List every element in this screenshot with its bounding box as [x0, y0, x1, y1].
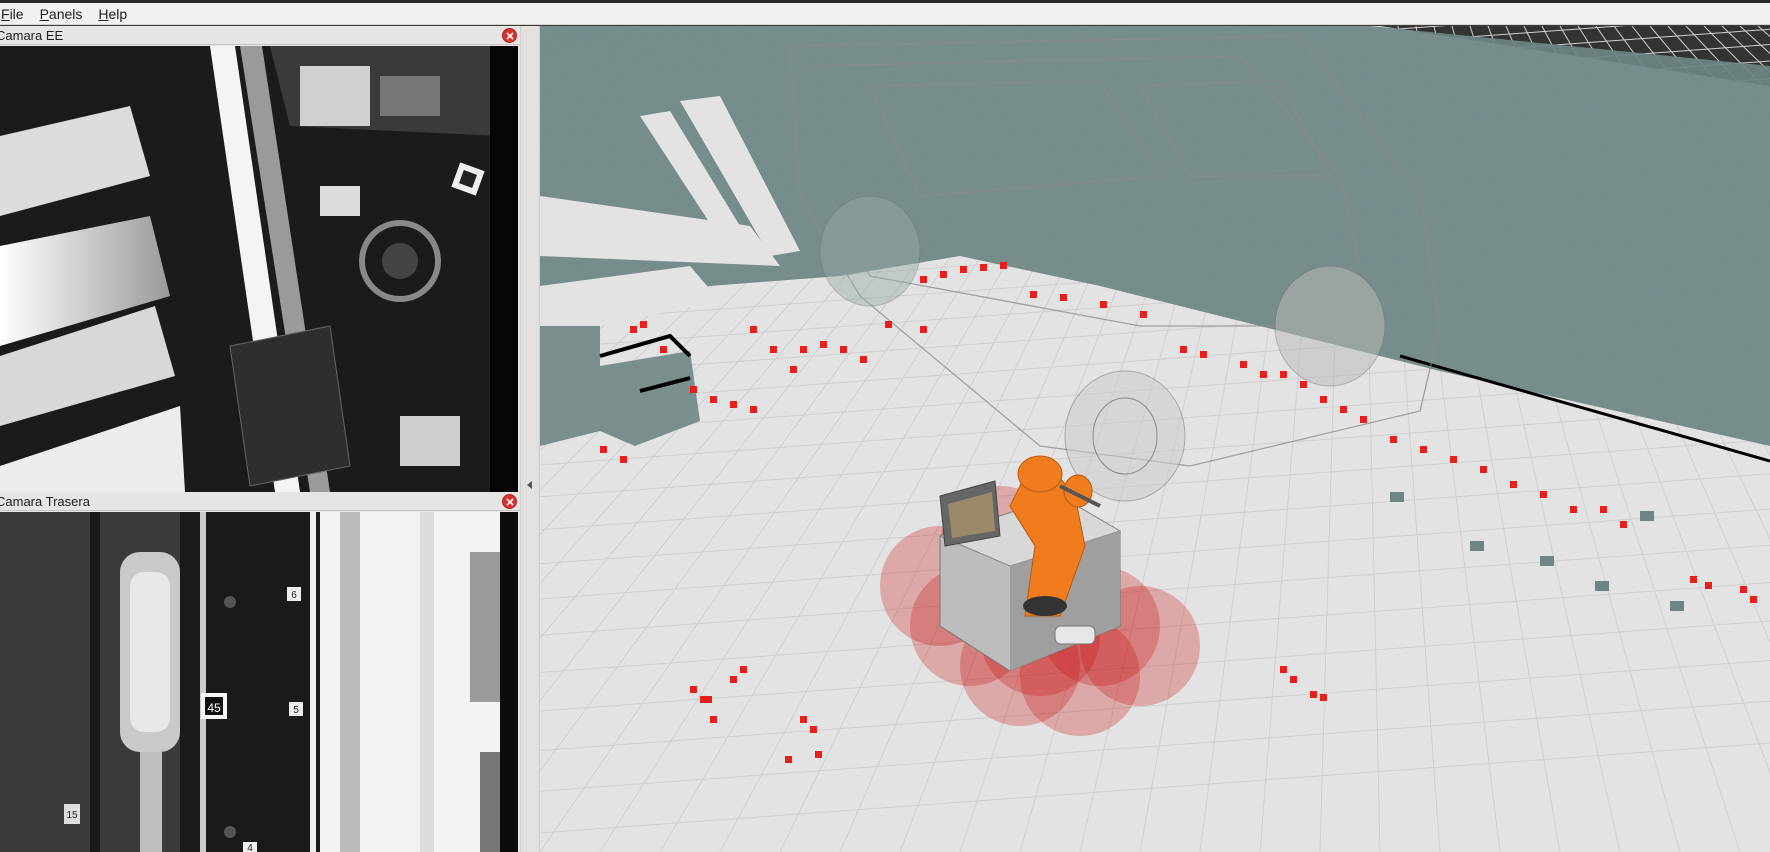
laser-point — [1600, 506, 1607, 513]
laser-point — [700, 696, 707, 703]
panel-title: Camara Trasera — [0, 493, 90, 509]
laser-point — [770, 346, 777, 353]
vehicle-wheel — [819, 195, 921, 307]
laser-point — [1390, 436, 1397, 443]
laser-point — [1310, 691, 1317, 698]
laser-point — [815, 751, 822, 758]
laser-point — [840, 346, 847, 353]
laser-point — [1290, 676, 1297, 683]
laser-point — [730, 401, 737, 408]
laser-point — [960, 266, 967, 273]
laser-point — [690, 386, 697, 393]
robot-arm-joint — [1017, 455, 1063, 493]
laser-point — [710, 396, 717, 403]
laser-point — [940, 271, 947, 278]
aruco-marker-label: 45 — [207, 701, 221, 715]
menu-help[interactable]: Help — [88, 6, 133, 22]
laser-point — [1320, 694, 1327, 701]
tag-label: 15 — [66, 810, 78, 821]
close-icon[interactable] — [502, 494, 517, 509]
map-obstacle-cell — [1670, 601, 1684, 611]
laser-point — [1320, 396, 1327, 403]
laser-point — [820, 341, 827, 348]
laser-point — [800, 346, 807, 353]
laser-point — [1450, 456, 1457, 463]
laser-point — [1690, 576, 1697, 583]
laser-point — [620, 456, 627, 463]
panel-title: Camara EE — [0, 27, 64, 43]
menu-panels[interactable]: Panels — [30, 6, 89, 22]
map-obstacle-cell — [1470, 541, 1484, 551]
panel-header-camera-ee: Camara EE — [0, 26, 520, 45]
laser-point — [790, 366, 797, 373]
laser-point — [1620, 521, 1627, 528]
laser-point — [1480, 466, 1487, 473]
laser-point — [710, 716, 717, 723]
laser-point — [1510, 481, 1517, 488]
laser-point — [1100, 301, 1107, 308]
laser-point — [600, 446, 607, 453]
tag-label: 5 — [293, 705, 299, 716]
laser-point — [660, 346, 667, 353]
map-obstacle-cell — [1640, 511, 1654, 521]
laser-point — [800, 716, 807, 723]
laser-point — [920, 326, 927, 333]
laser-point — [1060, 294, 1067, 301]
map-obstacle-cell — [1390, 492, 1404, 502]
laser-point — [1030, 291, 1037, 298]
collapse-left-icon[interactable] — [527, 481, 532, 489]
laser-point — [920, 276, 927, 283]
laser-point — [640, 321, 647, 328]
left-dock: Camara EE Camara Trasera 45 6 5 4 15 — [0, 26, 520, 852]
map-unknown-region — [540, 326, 600, 446]
panel-splitter[interactable] — [520, 26, 540, 852]
map-obstacle-cell — [1540, 556, 1554, 566]
laser-point — [785, 756, 792, 763]
robot-arm-base — [1023, 596, 1067, 616]
tag-label: 6 — [291, 590, 297, 601]
close-icon[interactable] — [502, 28, 517, 43]
laser-point — [630, 326, 637, 333]
laser-point — [1280, 666, 1287, 673]
laser-point — [1420, 446, 1427, 453]
laser-point — [730, 676, 737, 683]
laser-point — [810, 726, 817, 733]
camera-rear-image: 45 6 5 4 15 — [0, 512, 518, 852]
laser-point — [1240, 361, 1247, 368]
laser-point — [885, 321, 892, 328]
laser-point — [1705, 582, 1712, 589]
laser-point — [860, 356, 867, 363]
menu-file[interactable]: File — [0, 6, 30, 22]
vehicle-wheel — [1274, 265, 1386, 387]
panel-header-camera-rear: Camara Trasera — [0, 492, 520, 511]
laser-point — [980, 264, 987, 271]
laser-point — [740, 666, 747, 673]
laser-point — [1000, 262, 1007, 269]
menubar: File Panels Help — [0, 3, 1770, 25]
laser-point — [1570, 506, 1577, 513]
laser-point — [1280, 371, 1287, 378]
laser-point — [750, 326, 757, 333]
laser-point — [1260, 371, 1267, 378]
laser-point — [1740, 586, 1747, 593]
laser-point — [1340, 406, 1347, 413]
laser-point — [1180, 346, 1187, 353]
laser-point — [1750, 596, 1757, 603]
laser-point — [1200, 351, 1207, 358]
laser-point — [750, 406, 757, 413]
laser-point — [1300, 381, 1307, 388]
camera-ee-image — [0, 46, 518, 492]
robot-handle — [1054, 625, 1096, 645]
3d-view[interactable] — [540, 26, 1770, 852]
tag-label: 4 — [247, 843, 253, 852]
laser-point — [690, 686, 697, 693]
map-obstacle-cell — [1595, 581, 1609, 591]
laser-point — [1540, 491, 1547, 498]
laser-point — [1360, 416, 1367, 423]
laser-point — [1140, 311, 1147, 318]
